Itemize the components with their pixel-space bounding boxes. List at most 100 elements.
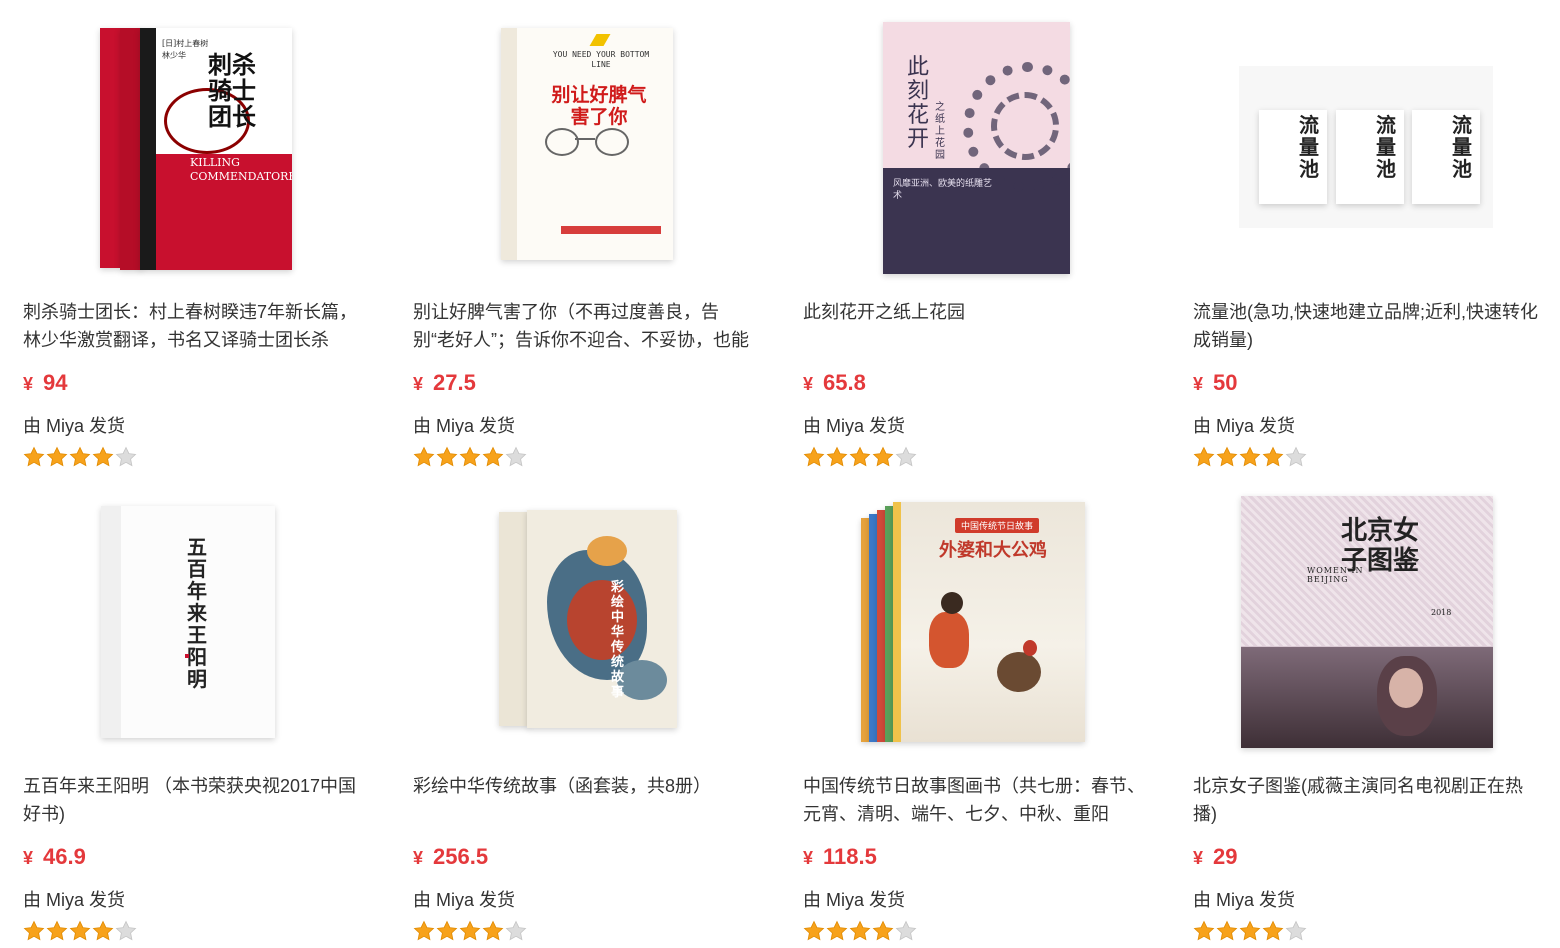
star-empty-icon xyxy=(505,446,527,468)
star-filled-icon xyxy=(69,446,91,468)
star-filled-icon xyxy=(826,446,848,468)
product-title[interactable]: 此刻花开之纸上花园 xyxy=(803,298,1148,354)
book-cover xyxy=(120,28,142,270)
cover-author: [日]村上春树 xyxy=(162,39,209,48)
star-empty-icon xyxy=(115,446,137,468)
shipper-label: 由 Miya 发货 xyxy=(1193,416,1296,436)
product-title[interactable]: 别让好脾气害了你（不再过度善良，告别“老好人”；告诉你不迎合、不妥协，也能拥 xyxy=(413,298,758,354)
book-cover: YOU NEED YOUR BOTTOM LINE 别让好脾气害了你 xyxy=(501,28,673,260)
price-value: 27.5 xyxy=(433,370,476,395)
book-cover: 五百年来王阳明 xyxy=(101,506,275,738)
product-image[interactable]: 中国传统节日故事 外婆和大公鸡 xyxy=(803,496,1163,756)
shipper-label: 由 Miya 发货 xyxy=(413,416,516,436)
star-filled-icon xyxy=(1216,446,1238,468)
book-cover: 北京女子图鉴 WOMEN IN BEIJING 2018 xyxy=(1241,496,1493,748)
star-filled-icon xyxy=(1239,920,1261,942)
product-image[interactable]: 北京女子图鉴 WOMEN IN BEIJING 2018 xyxy=(1193,496,1553,756)
star-filled-icon xyxy=(46,446,68,468)
cover-year: 2018 xyxy=(1431,608,1452,617)
book-cover: 彩绘中华传统故事 xyxy=(527,510,677,728)
product-title[interactable]: 北京女子图鉴(戚薇主演同名电视剧正在热播) xyxy=(1193,772,1538,828)
star-filled-icon xyxy=(1216,920,1238,942)
star-filled-icon xyxy=(23,446,45,468)
star-empty-icon xyxy=(895,446,917,468)
shipper-label: 由 Miya 发货 xyxy=(803,890,906,910)
product-price: ¥50 xyxy=(1193,370,1238,396)
star-filled-icon xyxy=(482,920,504,942)
star-rating xyxy=(23,446,138,468)
currency-symbol: ¥ xyxy=(413,374,424,394)
cover-title: 流量池 xyxy=(1452,113,1472,181)
book-cover: 流量池 xyxy=(1336,110,1404,204)
price-value: 29 xyxy=(1213,844,1238,869)
product-title[interactable]: 中国传统节日故事图画书（共七册：春节、元宵、清明、端午、七夕、中秋、重阳 xyxy=(803,772,1148,828)
product-image[interactable]: 流量池 流量池 流量池 xyxy=(1193,22,1553,282)
product-title[interactable]: 刺杀骑士团长：村上春树睽违7年新长篇，林少华激赏翻译，书名又译骑士团长杀 xyxy=(23,298,368,354)
star-empty-icon xyxy=(895,920,917,942)
star-rating xyxy=(23,920,138,942)
star-filled-icon xyxy=(1193,446,1215,468)
cover-title: 五百年来王阳明 xyxy=(187,535,207,691)
price-value: 256.5 xyxy=(433,844,489,869)
product-title[interactable]: 彩绘中华传统故事（函套装，共8册） xyxy=(413,772,758,828)
star-filled-icon xyxy=(413,446,435,468)
currency-symbol: ¥ xyxy=(803,848,814,868)
product-image[interactable]: 刺杀骑士团长 KILLING COMMENDATORE [日]村上春树 林少华 xyxy=(23,22,383,282)
star-rating xyxy=(1193,920,1308,942)
star-empty-icon xyxy=(1285,920,1307,942)
book-cover: 流量池 xyxy=(1412,110,1480,204)
star-filled-icon xyxy=(436,920,458,942)
product-title[interactable]: 五百年来王阳明 （本书荣获央视2017中国好书) xyxy=(23,772,368,828)
cover-subtitle: WOMEN IN BEIJING xyxy=(1307,566,1364,584)
book-cover xyxy=(499,512,529,726)
product-image[interactable]: 五百年来王阳明 xyxy=(23,496,383,756)
star-filled-icon xyxy=(849,446,871,468)
price-value: 94 xyxy=(43,370,68,395)
currency-symbol: ¥ xyxy=(23,374,34,394)
star-empty-icon xyxy=(115,920,137,942)
star-filled-icon xyxy=(1262,446,1284,468)
star-filled-icon xyxy=(1193,920,1215,942)
star-filled-icon xyxy=(1239,446,1261,468)
currency-symbol: ¥ xyxy=(1193,848,1204,868)
star-filled-icon xyxy=(436,446,458,468)
star-filled-icon xyxy=(413,920,435,942)
shipper-label: 由 Miya 发货 xyxy=(23,890,126,910)
star-rating xyxy=(803,446,918,468)
currency-symbol: ¥ xyxy=(413,848,424,868)
product-title[interactable]: 流量池(急功,快速地建立品牌;近利,快速转化成销量) xyxy=(1193,298,1538,354)
star-filled-icon xyxy=(803,446,825,468)
book-cover xyxy=(885,506,893,742)
book-cover: 刺杀骑士团长 KILLING COMMENDATORE [日]村上春树 林少华 xyxy=(140,28,292,270)
star-filled-icon xyxy=(826,920,848,942)
product-price: ¥27.5 xyxy=(413,370,476,396)
star-rating xyxy=(803,920,918,942)
book-cover xyxy=(861,518,869,742)
star-filled-icon xyxy=(872,920,894,942)
star-empty-icon xyxy=(505,920,527,942)
book-cover: 此刻花开 之纸上花园 风靡亚洲、欧美的纸雕艺术 xyxy=(883,22,1070,274)
cover-title: 外婆和大公鸡 xyxy=(939,540,1047,561)
star-filled-icon xyxy=(23,920,45,942)
book-cover: 中国传统节日故事 外婆和大公鸡 xyxy=(893,502,1085,742)
book-cover xyxy=(877,510,885,742)
cover-subtitle: KILLING COMMENDATORE xyxy=(190,156,292,183)
product-price: ¥118.5 xyxy=(803,844,877,870)
product-price: ¥256.5 xyxy=(413,844,488,870)
product-price: ¥29 xyxy=(1193,844,1238,870)
price-value: 50 xyxy=(1213,370,1238,395)
price-value: 46.9 xyxy=(43,844,86,869)
book-cover: 流量池 xyxy=(1259,110,1327,204)
cover-title: 流量池 xyxy=(1299,113,1319,181)
cover-title: 刺杀骑士团长 xyxy=(208,50,256,131)
product-image[interactable]: 此刻花开 之纸上花园 风靡亚洲、欧美的纸雕艺术 xyxy=(803,22,1163,282)
product-image[interactable]: 彩绘中华传统故事 xyxy=(413,496,773,756)
cover-title: 别让好脾气害了你 xyxy=(551,84,647,128)
product-image[interactable]: YOU NEED YOUR BOTTOM LINE 别让好脾气害了你 xyxy=(413,22,773,282)
shipper-label: 由 Miya 发货 xyxy=(803,416,906,436)
star-filled-icon xyxy=(1262,920,1284,942)
star-filled-icon xyxy=(46,920,68,942)
star-filled-icon xyxy=(92,446,114,468)
cover-title: 彩绘中华传统故事 xyxy=(611,580,625,700)
book-cover xyxy=(100,28,120,268)
